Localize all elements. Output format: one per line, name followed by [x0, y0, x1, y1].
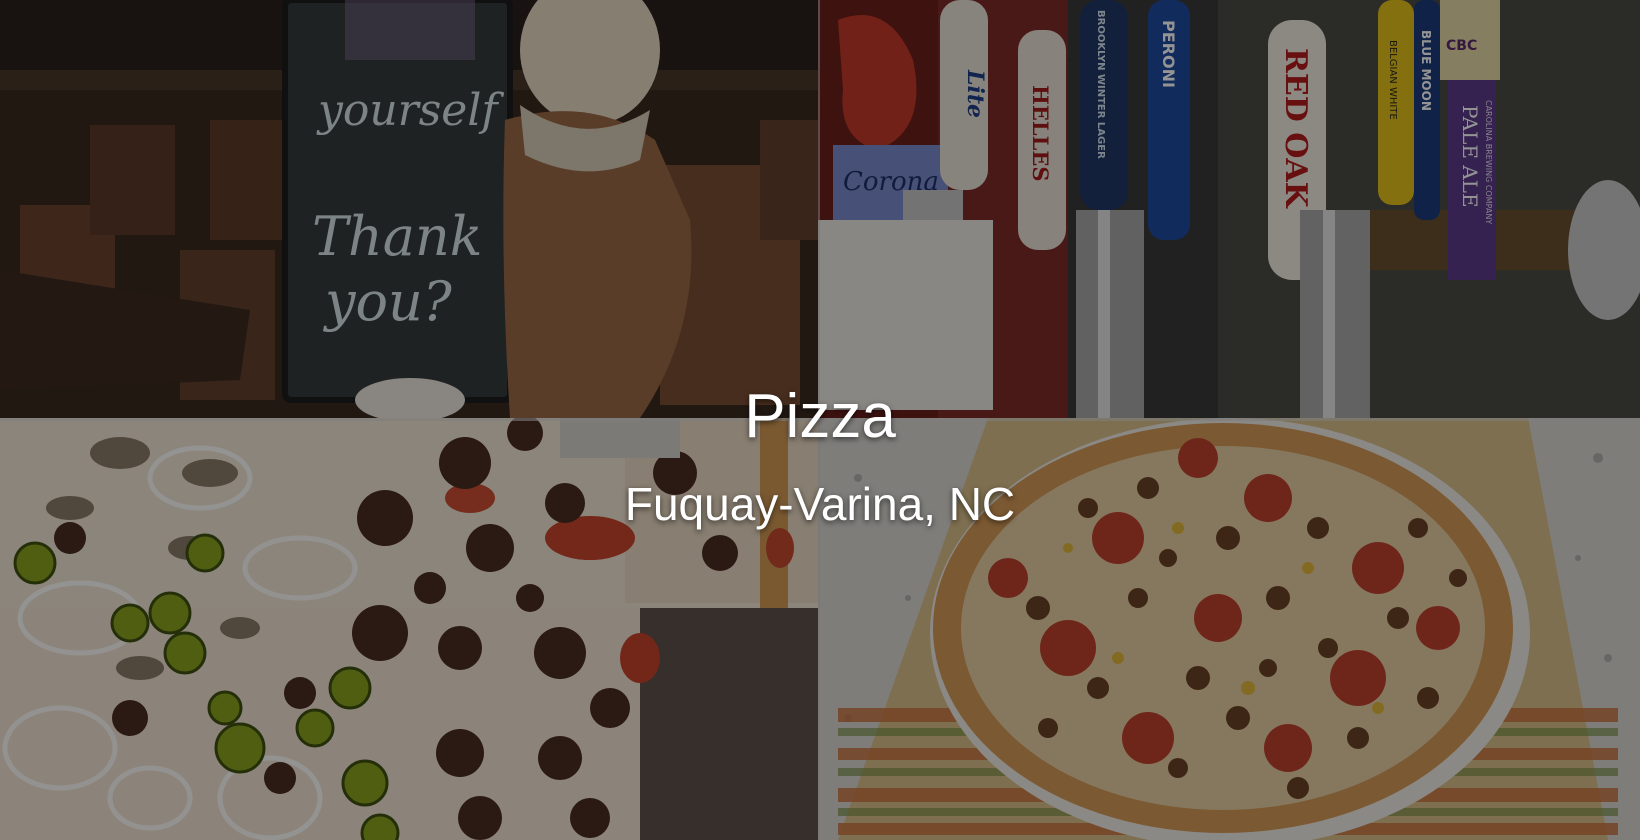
- chalkboard-text-3: you?: [323, 270, 453, 333]
- tap-label-brooklyn: BROOKLYN WINTER LAGER: [1095, 10, 1106, 159]
- photo-restaurant-interior: yourself Thank you?: [0, 0, 818, 418]
- tap-label-helles: HELLES: [1028, 85, 1053, 182]
- tap-label-blue-moon: BLUE MOON: [1419, 30, 1433, 111]
- tap-label-cbc: CBC: [1446, 38, 1477, 54]
- location-subtitle: Fuquay-Varina, NC: [624, 478, 1016, 530]
- tap-label-carolina-brewing: CAROLINA BREWING COMPANY: [1484, 100, 1493, 224]
- tap-label-red-oak: RED OAK: [1278, 48, 1313, 209]
- chalkboard-text-2: Thank: [312, 205, 483, 268]
- tap-label-lite: Lite: [962, 69, 988, 118]
- tap-label-pale-ale: PALE ALE: [1458, 105, 1482, 208]
- photo-beer-taps: Corona Lite HELLES BROOKLYN WINTER LAGER…: [818, 0, 1640, 418]
- chalkboard-text-1: yourself: [316, 85, 504, 136]
- tap-label-peroni: PERONI: [1159, 20, 1178, 88]
- beer-taps-image: Corona Lite HELLES BROOKLYN WINTER LAGER…: [818, 0, 1640, 418]
- interior-image: yourself Thank you?: [0, 0, 818, 418]
- page-title: Pizza: [744, 382, 896, 451]
- tap-label-belgian-white: BELGIAN WHITE: [1387, 40, 1398, 120]
